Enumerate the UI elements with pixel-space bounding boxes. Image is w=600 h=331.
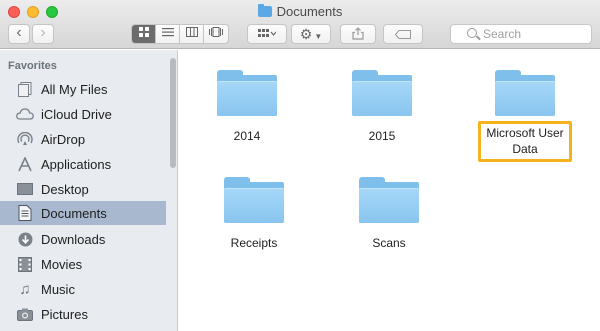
sidebar-item-label: Movies xyxy=(41,256,83,272)
chevron-left-icon: ‹ xyxy=(16,24,22,41)
document-icon xyxy=(16,205,34,221)
chevron-down-icon: ▼ xyxy=(314,32,323,41)
tag-icon xyxy=(394,30,411,39)
action-button[interactable]: ⚙ ▼ xyxy=(291,24,331,44)
sidebar-item-movies[interactable]: Movies xyxy=(0,252,166,276)
icon-view-button[interactable] xyxy=(132,25,156,43)
folder-item[interactable]: Receipts xyxy=(194,177,314,251)
folder-icon xyxy=(217,70,277,116)
cover-flow-icon xyxy=(209,27,223,37)
finder-window: Documents ‹ › ⚙ ▼ Search Favorites All M… xyxy=(0,0,600,331)
download-icon xyxy=(16,231,34,247)
search-field[interactable]: Search xyxy=(450,24,592,44)
sidebar-item-label: Downloads xyxy=(41,231,106,247)
share-icon xyxy=(352,27,364,40)
sidebar-item-label: iCloud Drive xyxy=(41,106,112,122)
highlight-box xyxy=(478,121,572,162)
folder-label: Scans xyxy=(372,236,406,250)
sidebar: Favorites All My Files iCloud Drive AirD… xyxy=(0,50,178,331)
sidebar-item-applications[interactable]: Applications xyxy=(0,152,166,176)
columns-icon xyxy=(185,27,198,37)
cloud-icon xyxy=(16,106,34,122)
arrange-icon xyxy=(258,29,277,37)
sidebar-item-label: All My Files xyxy=(41,81,108,97)
chevron-right-icon: › xyxy=(40,24,46,41)
search-placeholder: Search xyxy=(483,27,522,41)
sidebar-heading-favorites: Favorites xyxy=(8,60,57,72)
back-button[interactable]: ‹ xyxy=(8,24,30,44)
movies-icon xyxy=(16,256,34,272)
sidebar-item-label: AirDrop xyxy=(41,131,86,147)
share-button[interactable] xyxy=(340,24,376,44)
folder-label: 2014 xyxy=(233,129,261,143)
folder-item[interactable]: 2014 xyxy=(187,70,307,144)
applications-icon xyxy=(16,156,34,172)
view-mode-segmented-control xyxy=(131,24,229,44)
title-bar: Documents ‹ › ⚙ ▼ Search xyxy=(0,0,600,49)
camera-icon xyxy=(16,306,34,322)
sidebar-item-airdrop[interactable]: AirDrop xyxy=(0,127,166,151)
folder-icon xyxy=(359,177,419,223)
folder-icon xyxy=(257,4,272,17)
list-icon xyxy=(161,28,174,37)
sidebar-item-icloud-drive[interactable]: iCloud Drive xyxy=(0,102,166,126)
sidebar-item-documents[interactable]: Documents xyxy=(0,201,166,225)
window-title: Documents xyxy=(0,4,600,19)
list-view-button[interactable] xyxy=(156,25,180,43)
sidebar-item-label: Documents xyxy=(41,205,107,221)
folder-icon xyxy=(352,70,412,116)
folder-item[interactable]: 2015 xyxy=(322,70,442,144)
folder-icon xyxy=(224,177,284,223)
gear-icon: ⚙ xyxy=(299,26,313,42)
sidebar-item-desktop[interactable]: Desktop xyxy=(0,177,166,201)
sidebar-scrollbar[interactable] xyxy=(170,58,176,168)
sidebar-item-music[interactable]: ♫ Music xyxy=(0,277,166,301)
music-icon: ♫ xyxy=(19,280,31,298)
cover-flow-button[interactable] xyxy=(204,25,228,43)
sidebar-item-pictures[interactable]: Pictures xyxy=(0,302,166,326)
grid-icon xyxy=(138,27,149,37)
forward-button[interactable]: › xyxy=(32,24,54,44)
arrange-button[interactable] xyxy=(247,24,287,44)
column-view-button[interactable] xyxy=(180,25,204,43)
search-icon xyxy=(467,28,477,38)
folder-icon xyxy=(495,70,555,116)
all-files-icon xyxy=(16,81,34,97)
folder-label: Receipts xyxy=(230,236,278,250)
window-title-text: Documents xyxy=(276,4,343,19)
folder-label: 2015 xyxy=(368,129,396,143)
sidebar-item-all-my-files[interactable]: All My Files xyxy=(0,77,166,101)
sidebar-item-label: Desktop xyxy=(41,181,89,197)
sidebar-item-label: Applications xyxy=(41,156,112,172)
sidebar-item-downloads[interactable]: Downloads xyxy=(0,227,166,251)
tags-button[interactable] xyxy=(383,24,423,44)
desktop-icon xyxy=(16,181,34,197)
folder-item[interactable]: Scans xyxy=(329,177,449,251)
file-browser-content: 2014 2015 Microsoft User Data Receipts S… xyxy=(179,50,600,331)
sidebar-item-label: Music xyxy=(41,281,75,297)
sidebar-item-label: Pictures xyxy=(41,306,88,322)
airdrop-icon xyxy=(16,131,34,147)
